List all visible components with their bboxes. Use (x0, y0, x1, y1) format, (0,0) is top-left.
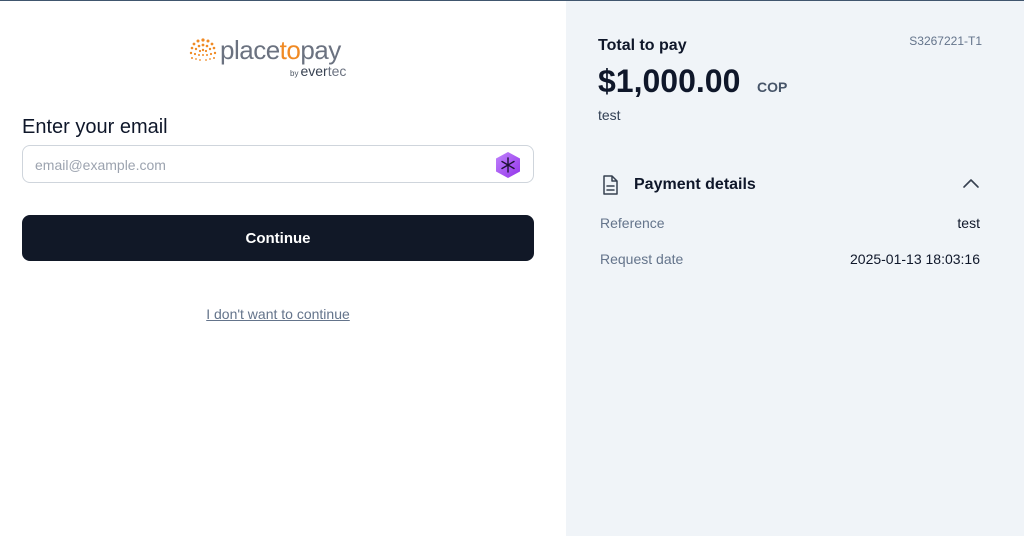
payment-details-title: Payment details (634, 176, 756, 193)
placetopay-logo: placetopay by evertec (189, 35, 369, 81)
email-field (22, 145, 534, 183)
request-date-label: Request date (600, 251, 684, 267)
email-heading: Enter your email (22, 116, 168, 138)
reference-label: Reference (600, 215, 665, 231)
hexagon-extension-icon[interactable] (495, 151, 521, 179)
logo-wordmark: placetopay (220, 35, 341, 65)
chevron-up-icon[interactable] (962, 176, 980, 190)
email-panel (0, 1, 566, 536)
reference-value: test (957, 215, 980, 231)
payment-description: test (598, 107, 621, 123)
total-label: Total to pay (598, 37, 687, 54)
continue-button[interactable]: Continue (22, 215, 534, 261)
document-icon (603, 175, 618, 195)
email-input[interactable] (35, 155, 485, 175)
order-id: S3267221-T1 (909, 34, 982, 48)
request-date-value: 2025-01-13 18:03:16 (850, 251, 980, 267)
currency-code: COP (757, 79, 788, 95)
logo-byline: by evertec (290, 63, 347, 79)
total-amount: $1,000.00 (598, 63, 741, 99)
cancel-link[interactable]: I don't want to continue (0, 306, 556, 322)
dotted-sunburst-icon (189, 38, 217, 61)
